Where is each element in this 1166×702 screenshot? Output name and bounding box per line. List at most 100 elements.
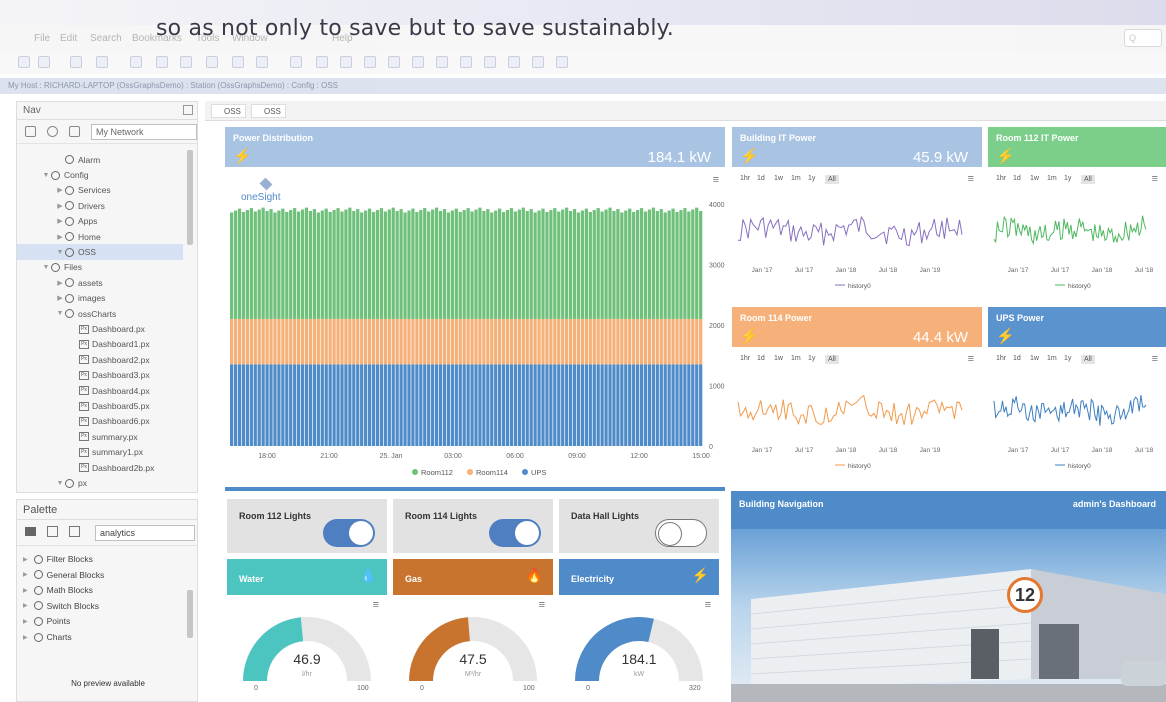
- bar-segment[interactable]: [446, 212, 451, 319]
- bar-segment[interactable]: [604, 209, 608, 319]
- bar-segment[interactable]: [356, 318, 360, 365]
- bar-segment[interactable]: [293, 364, 297, 446]
- bar-segment[interactable]: [320, 318, 324, 365]
- bar-segment[interactable]: [478, 318, 482, 365]
- bar-segment[interactable]: [561, 209, 565, 319]
- bar-segment[interactable]: [624, 210, 628, 319]
- layout-icon[interactable]: [232, 56, 244, 68]
- bar-segment[interactable]: [616, 209, 620, 319]
- bar-segment[interactable]: [257, 209, 261, 319]
- expand-arrow-icon[interactable]: ▶: [23, 634, 28, 641]
- bar-segment[interactable]: [324, 208, 328, 319]
- bar-segment[interactable]: [482, 318, 486, 365]
- bar-segment[interactable]: [308, 364, 313, 446]
- bar-segment[interactable]: [486, 364, 490, 446]
- bar-segment[interactable]: [501, 364, 506, 446]
- bar-segment[interactable]: [265, 211, 269, 319]
- back-icon[interactable]: [18, 56, 30, 68]
- bar-segment[interactable]: [663, 318, 667, 365]
- bar-segment[interactable]: [332, 210, 336, 319]
- bar-segment[interactable]: [478, 364, 482, 446]
- tree-toggle-icon[interactable]: ▶: [55, 202, 65, 210]
- bar-segment[interactable]: [245, 364, 250, 446]
- bar-segment[interactable]: [293, 208, 297, 319]
- bar-segment[interactable]: [399, 318, 403, 365]
- expand-arrow-icon[interactable]: ▶: [23, 587, 28, 594]
- bar-segment[interactable]: [541, 208, 545, 319]
- bar-segment[interactable]: [403, 212, 407, 319]
- trend-line[interactable]: [737, 394, 963, 426]
- tree-item-summary1-px[interactable]: Px summary1.px: [17, 445, 143, 460]
- tree-toggle-icon[interactable]: ▶: [55, 233, 65, 241]
- bar-segment[interactable]: [253, 364, 257, 446]
- bar-segment[interactable]: [352, 318, 356, 365]
- bar-segment[interactable]: [348, 207, 352, 319]
- bar-segment[interactable]: [549, 364, 553, 446]
- bar-segment[interactable]: [360, 318, 364, 365]
- bar-segment[interactable]: [537, 210, 541, 319]
- bar-segment[interactable]: [667, 364, 671, 446]
- breadcrumb[interactable]: My Host : RICHARD-LAPTOP (OssGraphsDemo)…: [0, 78, 1166, 94]
- tree-toggle-icon[interactable]: ▼: [55, 249, 65, 256]
- bar-segment[interactable]: [364, 318, 368, 365]
- bar-segment[interactable]: [699, 211, 703, 319]
- bar-segment[interactable]: [647, 209, 652, 319]
- bar-segment[interactable]: [419, 210, 423, 319]
- bar-segment[interactable]: [304, 207, 309, 319]
- bar-segment[interactable]: [671, 318, 675, 365]
- bar-segment[interactable]: [635, 210, 640, 319]
- bar-segment[interactable]: [494, 318, 498, 365]
- bar-segment[interactable]: [438, 318, 443, 365]
- bar-segment[interactable]: [553, 318, 557, 365]
- bar-segment[interactable]: [466, 318, 470, 365]
- bar-segment[interactable]: [237, 364, 242, 446]
- bar-segment[interactable]: [399, 209, 403, 319]
- bar-segment[interactable]: [411, 364, 415, 446]
- bar-segment[interactable]: [675, 318, 679, 365]
- bar-segment[interactable]: [643, 211, 648, 319]
- bar-segment[interactable]: [679, 318, 683, 365]
- bar-segment[interactable]: [624, 318, 628, 365]
- bar-segment[interactable]: [647, 364, 652, 446]
- bar-segment[interactable]: [308, 318, 313, 365]
- bar-segment[interactable]: [533, 318, 537, 365]
- bar-segment[interactable]: [364, 364, 368, 446]
- menu-search[interactable]: Search: [90, 33, 122, 44]
- bar-segment[interactable]: [561, 318, 565, 365]
- legend-label[interactable]: Room112: [421, 468, 453, 477]
- bar-segment[interactable]: [462, 318, 466, 365]
- bar-segment[interactable]: [237, 318, 242, 365]
- bar-segment[interactable]: [265, 364, 269, 446]
- palette-item-filter-blocks[interactable]: ▶ Filter Blocks: [23, 554, 93, 564]
- side-bar-icon[interactable]: [96, 56, 108, 68]
- paste-icon[interactable]: [340, 56, 352, 68]
- bar-segment[interactable]: [344, 209, 348, 319]
- tree-item-osscharts[interactable]: ▼ ossCharts: [17, 306, 117, 321]
- bar-segment[interactable]: [498, 318, 502, 365]
- bar-segment[interactable]: [584, 364, 588, 446]
- bar-segment[interactable]: [273, 212, 277, 319]
- bar-segment[interactable]: [395, 318, 399, 365]
- bar-segment[interactable]: [324, 318, 328, 365]
- tree-toggle-icon[interactable]: ▼: [41, 264, 51, 271]
- bar-segment[interactable]: [659, 209, 663, 319]
- bar-segment[interactable]: [379, 364, 384, 446]
- bar-segment[interactable]: [434, 364, 439, 446]
- close-icon[interactable]: [47, 526, 58, 537]
- building-image[interactable]: 12: [731, 529, 1166, 702]
- bar-segment[interactable]: [371, 318, 376, 365]
- bar-segment[interactable]: [336, 364, 340, 446]
- bar-segment[interactable]: [675, 364, 679, 446]
- bar-segment[interactable]: [249, 318, 253, 365]
- bar-segment[interactable]: [628, 318, 632, 365]
- bar-segment[interactable]: [462, 210, 466, 319]
- bar-segment[interactable]: [265, 318, 269, 365]
- bar-segment[interactable]: [513, 211, 518, 319]
- bar-segment[interactable]: [671, 208, 675, 319]
- bar-segment[interactable]: [241, 211, 246, 319]
- bar-segment[interactable]: [651, 207, 655, 319]
- bar-segment[interactable]: [427, 211, 431, 319]
- bar-segment[interactable]: [600, 211, 604, 319]
- bar-segment[interactable]: [612, 211, 616, 319]
- bar-segment[interactable]: [572, 364, 577, 446]
